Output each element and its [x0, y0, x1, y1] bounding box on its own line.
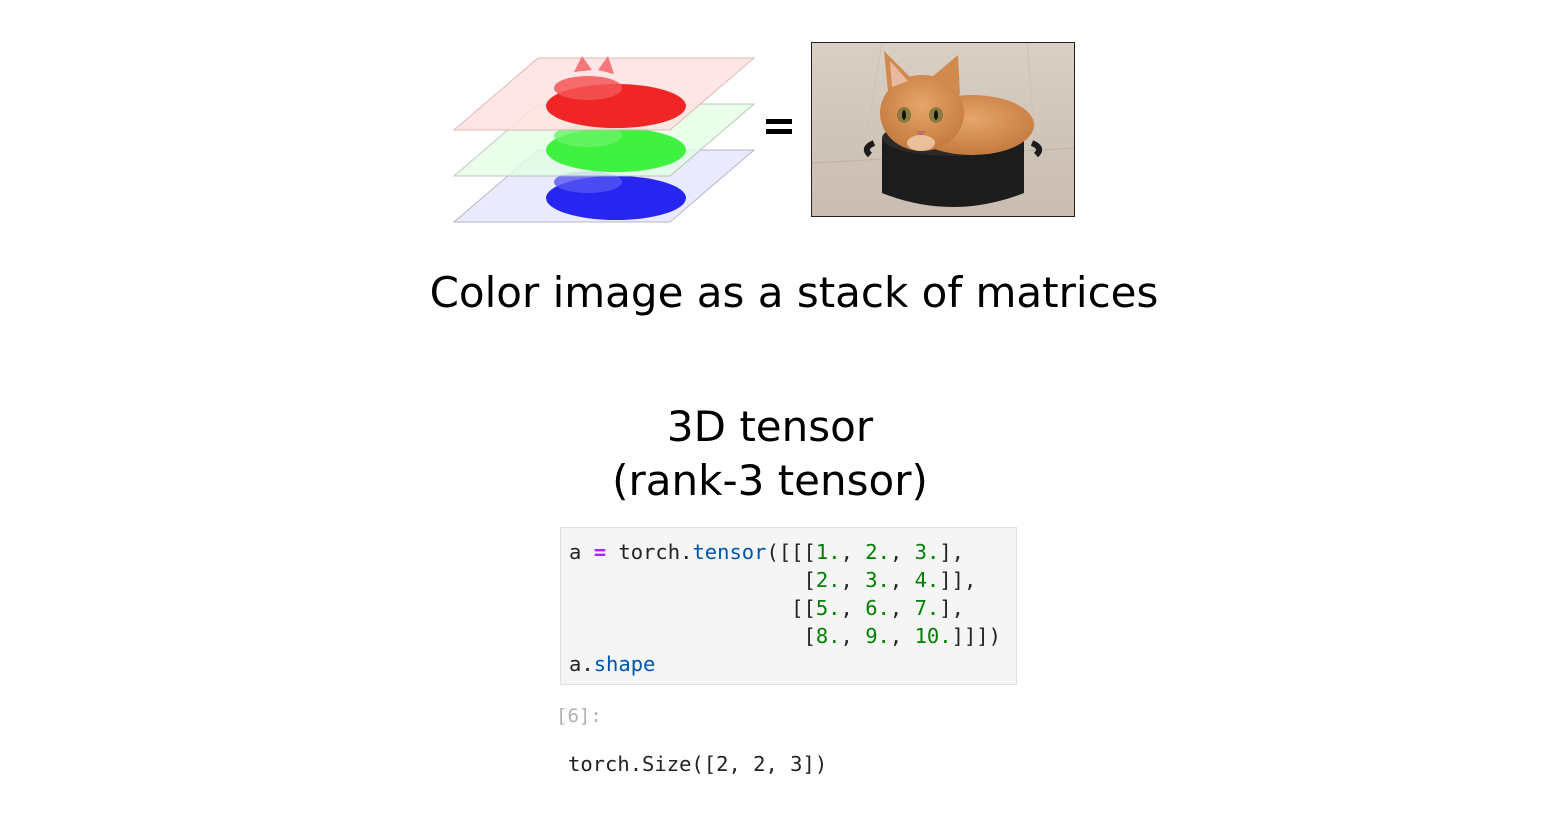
- cat-photo: [811, 42, 1075, 217]
- cell-output: torch.Size([2, 2, 3]): [568, 752, 828, 776]
- code-line: [2., 3., 4.]],: [569, 568, 977, 592]
- equals-sign: [764, 111, 794, 141]
- tensor-subtitle: (rank-3 tensor): [612, 456, 928, 505]
- execution-count: [6]:: [556, 705, 602, 727]
- code-editor[interactable]: a = torch.tensor([[[1., 2., 3.], [2., 3.…: [569, 538, 1001, 678]
- code-line: a = torch.tensor([[[1., 2., 3.],: [569, 540, 964, 564]
- code-line: a.shape: [569, 652, 656, 676]
- code-line: [8., 9., 10.]]]): [569, 624, 1001, 648]
- code-line: [[5., 6., 7.],: [569, 596, 964, 620]
- rgb-channel-stack: [452, 56, 756, 223]
- main-caption: Color image as a stack of matrices: [429, 268, 1159, 317]
- code-cell[interactable]: a = torch.tensor([[[1., 2., 3.], [2., 3.…: [560, 527, 1017, 685]
- tensor-title: 3D tensor: [666, 402, 874, 451]
